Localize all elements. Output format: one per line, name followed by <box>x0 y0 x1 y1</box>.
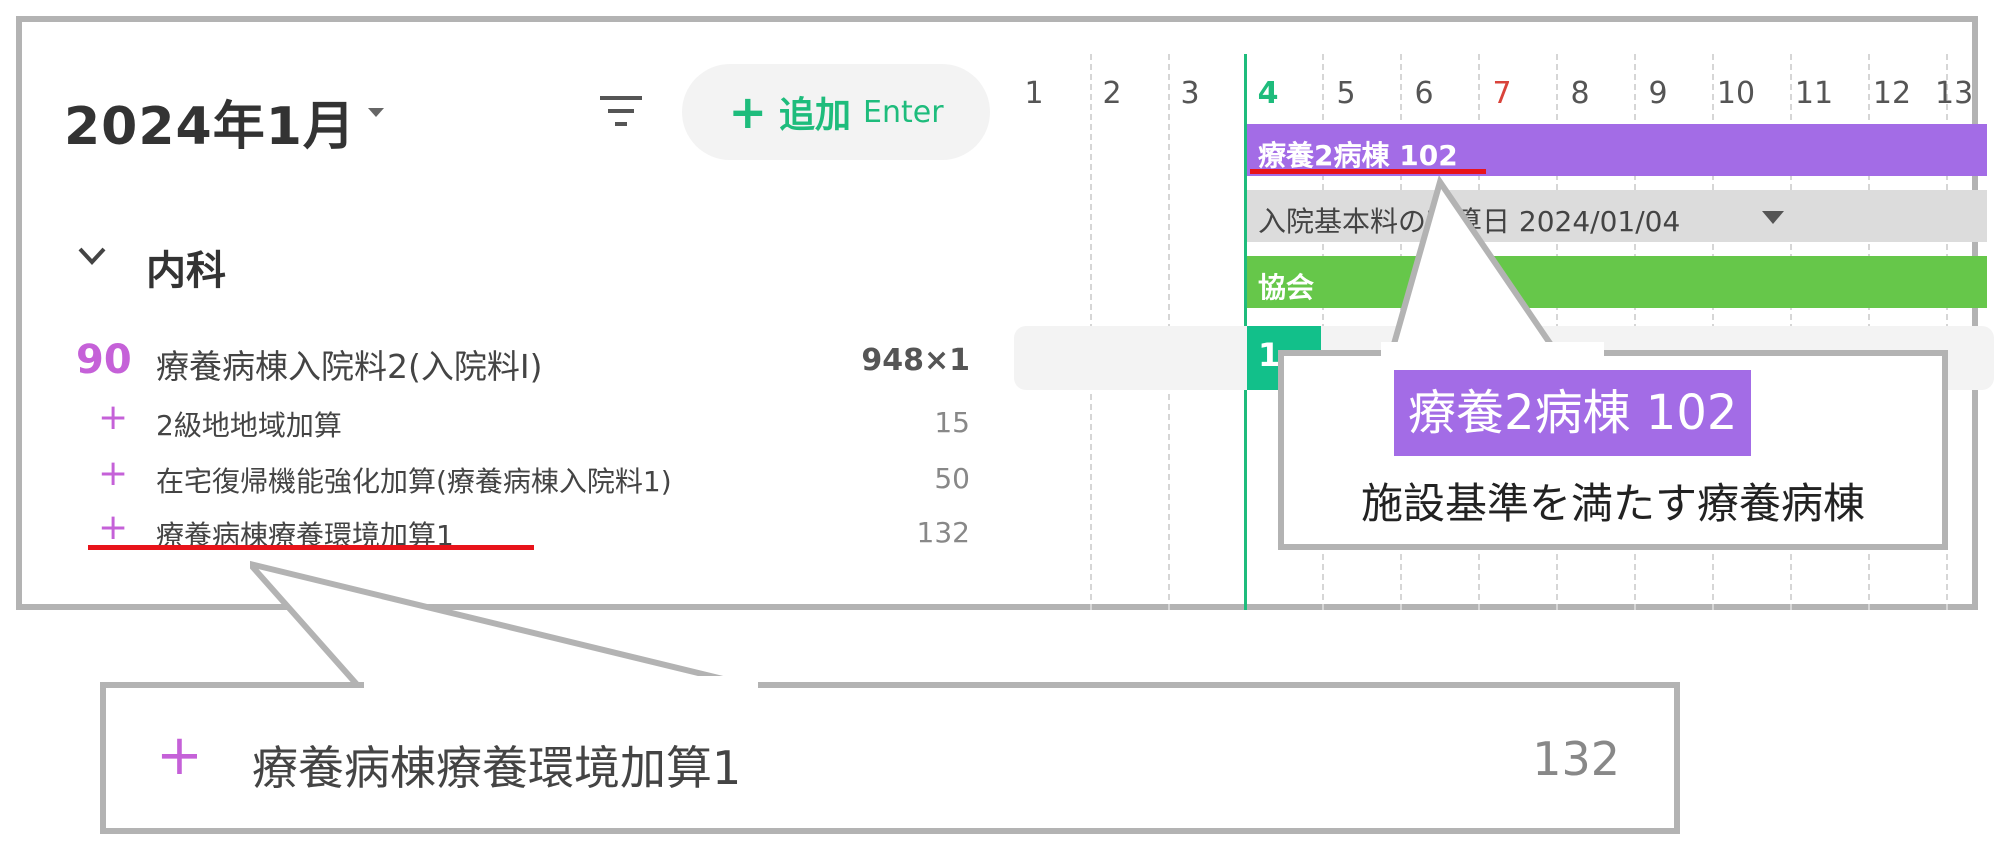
day-header[interactable]: 3 <box>1155 76 1225 111</box>
filter-icon[interactable] <box>600 94 642 128</box>
day-header[interactable]: 13 <box>1935 76 1979 111</box>
callout-pointer <box>250 560 761 691</box>
caret-down-icon[interactable] <box>368 108 384 117</box>
add-item-name[interactable]: 在宅復帰機能強化加算(療養病棟入院料1) <box>156 460 672 500</box>
add-item-points: 50 <box>934 462 970 495</box>
chevron-down-icon[interactable] <box>78 246 106 266</box>
add-button-label: 追加 <box>779 95 852 136</box>
day-header[interactable]: 2 <box>1077 76 1147 111</box>
month-selector[interactable]: 2024年1月 <box>64 84 356 159</box>
highlight-underline <box>1250 169 1486 174</box>
main-item-qty: 948×1 <box>861 343 970 378</box>
day-header[interactable]: 11 <box>1779 76 1849 111</box>
plus-icon: + <box>728 85 767 139</box>
add-button[interactable]: + 追加 Enter <box>682 64 990 160</box>
ward-bar-label: 療養2病棟 102 <box>1258 139 1458 172</box>
plus-icon: + <box>98 397 129 438</box>
callout-ward-description: 施設基準を満たす療養病棟 <box>1360 479 1865 528</box>
callout-item-name: 療養病棟療養環境加算1 <box>252 741 742 795</box>
callout-item-points: 132 <box>1532 732 1620 786</box>
plus-icon: + <box>98 507 129 548</box>
callout-joint <box>364 676 758 692</box>
association-bar-label: 協会 <box>1258 271 1315 304</box>
main-item-bar-label: 1 <box>1258 336 1281 374</box>
day-header[interactable]: 5 <box>1311 76 1381 111</box>
main-item-name[interactable]: 療養病棟入院料2(入院料I) <box>156 340 542 388</box>
day-header[interactable]: 9 <box>1623 76 1693 111</box>
department-label[interactable]: 内科 <box>146 238 226 296</box>
caret-down-icon[interactable] <box>1762 211 1784 224</box>
callout-joint <box>1381 342 1604 358</box>
add-button-shortcut: Enter <box>863 94 944 130</box>
add-item-points: 15 <box>934 406 970 439</box>
callout-ward-tag: 療養2病棟 102 <box>1394 370 1752 456</box>
add-item-name[interactable]: 2級地地域加算 <box>156 404 342 444</box>
day-header[interactable]: 1 <box>999 76 1069 111</box>
plus-icon: + <box>98 453 129 494</box>
callout-pointer <box>1386 176 1565 360</box>
add-item-points: 132 <box>916 516 970 549</box>
day-header[interactable]: 12 <box>1857 76 1927 111</box>
main-item-code: 90 <box>76 337 132 383</box>
day-header-holiday[interactable]: 7 <box>1467 76 1537 111</box>
plus-icon: + <box>156 723 203 788</box>
day-header[interactable]: 8 <box>1545 76 1615 111</box>
highlight-underline <box>88 545 534 550</box>
day-header[interactable]: 10 <box>1701 76 1771 111</box>
day-header[interactable]: 6 <box>1389 76 1459 111</box>
